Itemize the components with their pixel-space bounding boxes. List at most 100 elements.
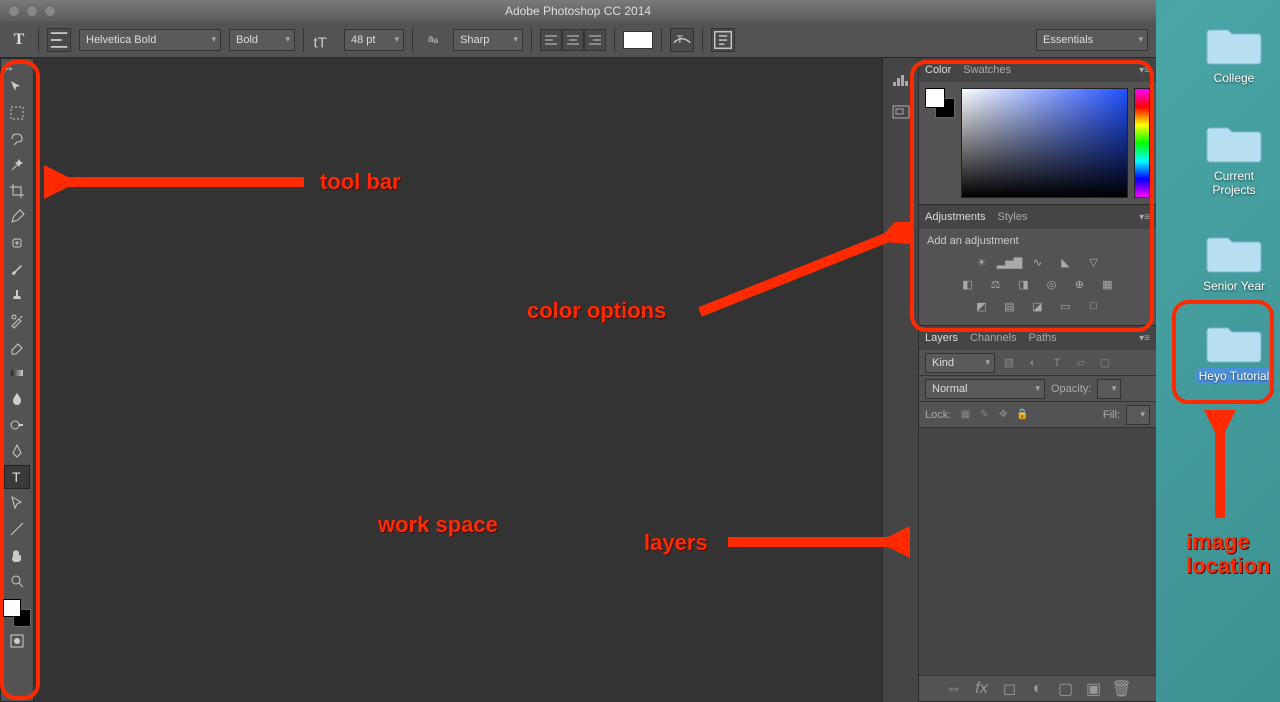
lock-label: Lock:	[925, 409, 951, 421]
toolbar-expand-button[interactable]: ▸▸	[1, 63, 33, 73]
warp-text-button[interactable]: T	[670, 28, 694, 52]
blur-tool[interactable]	[4, 387, 30, 411]
workspace-switcher[interactable]: Essentials	[1036, 29, 1148, 51]
photo-filter-icon[interactable]: ◎	[1041, 275, 1063, 293]
font-weight-dropdown[interactable]: Bold	[229, 29, 295, 51]
move-tool[interactable]	[4, 75, 30, 99]
swatches-tab[interactable]: Swatches	[963, 60, 1011, 80]
type-tool[interactable]: T	[4, 465, 30, 489]
dodge-tool[interactable]	[4, 413, 30, 437]
canvas-workspace[interactable]	[34, 58, 882, 702]
foreground-background-swatch[interactable]	[3, 599, 31, 627]
font-family-dropdown[interactable]: Helvetica Bold	[79, 29, 221, 51]
layers-tab[interactable]: Layers	[925, 328, 958, 348]
lock-image-icon[interactable]: ✎	[976, 407, 992, 423]
align-right-button[interactable]	[584, 29, 606, 51]
filter-smart-icon[interactable]: ▢	[1095, 354, 1115, 372]
color-field[interactable]	[961, 88, 1128, 198]
type-tool-preset-icon[interactable]: T	[8, 29, 30, 51]
layer-mask-icon[interactable]: ◻	[1001, 680, 1019, 698]
threshold-icon[interactable]: ◪	[1027, 297, 1049, 315]
desktop-folder-heyo-tutorial[interactable]: Heyo Tutorial	[1194, 318, 1274, 384]
lock-transparency-icon[interactable]: ▦	[957, 407, 973, 423]
adjustment-layer-icon[interactable]: ◐	[1029, 680, 1047, 698]
color-tab[interactable]: Color	[925, 60, 951, 80]
antialias-dropdown[interactable]: Sharp	[453, 29, 523, 51]
adjustments-tab[interactable]: Adjustments	[925, 207, 986, 227]
history-brush-tool[interactable]	[4, 309, 30, 333]
text-color-swatch[interactable]	[623, 31, 653, 49]
fill-dropdown[interactable]	[1126, 405, 1150, 425]
color-balance-icon[interactable]: ⚖	[985, 275, 1007, 293]
opacity-dropdown[interactable]	[1097, 379, 1121, 399]
panel-menu-icon[interactable]: ▾≡	[1139, 212, 1150, 223]
color-panel-fgbg[interactable]	[925, 88, 955, 118]
vibrance-icon[interactable]: ▽	[1083, 253, 1105, 271]
filter-type-icon[interactable]: T	[1047, 354, 1067, 372]
channels-tab[interactable]: Channels	[970, 328, 1016, 348]
magic-wand-tool[interactable]	[4, 153, 30, 177]
paths-tab[interactable]: Paths	[1029, 328, 1057, 348]
curves-icon[interactable]: ∿	[1027, 253, 1049, 271]
posterize-icon[interactable]: ▤	[999, 297, 1021, 315]
crop-tool[interactable]	[4, 179, 30, 203]
new-layer-icon[interactable]: ▣	[1085, 680, 1103, 698]
desktop-folder-senior-year[interactable]: Senior Year	[1194, 228, 1274, 294]
lock-position-icon[interactable]: ✥	[995, 407, 1011, 423]
bw-icon[interactable]: ◨	[1013, 275, 1035, 293]
gradient-map-icon[interactable]: ▭	[1055, 297, 1077, 315]
panel-menu-icon[interactable]: ▾≡	[1139, 333, 1150, 344]
channel-mixer-icon[interactable]: ⊕	[1069, 275, 1091, 293]
invert-icon[interactable]: ◩	[971, 297, 993, 315]
character-panel-button[interactable]	[711, 28, 735, 52]
lookup-icon[interactable]: ▦	[1097, 275, 1119, 293]
align-left-button[interactable]	[540, 29, 562, 51]
levels-icon[interactable]: ▂▅▇	[999, 253, 1021, 271]
folder-label: Senior Year	[1199, 278, 1269, 294]
font-size-dropdown[interactable]: 48 pt	[344, 29, 404, 51]
filter-adjust-icon[interactable]: ◐	[1023, 354, 1043, 372]
gradient-tool[interactable]	[4, 361, 30, 385]
delete-layer-icon[interactable]: 🗑	[1113, 680, 1131, 698]
close-window-button[interactable]	[8, 5, 20, 17]
styles-tab[interactable]: Styles	[998, 207, 1028, 227]
minimize-window-button[interactable]	[26, 5, 38, 17]
lasso-tool[interactable]	[4, 127, 30, 151]
link-layers-icon[interactable]: ⇔	[945, 680, 963, 698]
align-center-button[interactable]	[562, 29, 584, 51]
path-selection-tool[interactable]	[4, 491, 30, 515]
healing-brush-tool[interactable]	[4, 231, 30, 255]
hand-tool[interactable]	[4, 543, 30, 567]
marquee-tool[interactable]	[4, 101, 30, 125]
brightness-icon[interactable]: ☀	[971, 253, 993, 271]
foreground-color[interactable]	[3, 599, 21, 617]
filter-shape-icon[interactable]: ▱	[1071, 354, 1091, 372]
pen-tool[interactable]	[4, 439, 30, 463]
histogram-panel-icon[interactable]	[888, 68, 914, 92]
eyedropper-tool[interactable]	[4, 205, 30, 229]
selective-color-icon[interactable]: □	[1083, 297, 1105, 315]
clone-stamp-tool[interactable]	[4, 283, 30, 307]
filter-pixel-icon[interactable]: ▧	[999, 354, 1019, 372]
text-orientation-button[interactable]	[47, 28, 71, 52]
hue-icon[interactable]: ◧	[957, 275, 979, 293]
navigator-panel-icon[interactable]	[888, 100, 914, 124]
layer-group-icon[interactable]: ▢	[1057, 680, 1075, 698]
layer-fx-icon[interactable]: fx	[973, 680, 991, 698]
panel-menu-icon[interactable]: ▾≡	[1139, 65, 1150, 76]
line-tool[interactable]	[4, 517, 30, 541]
lock-all-icon[interactable]: 🔒	[1014, 407, 1030, 423]
desktop-folder-college[interactable]: College	[1194, 20, 1274, 86]
titlebar[interactable]: Adobe Photoshop CC 2014	[0, 0, 1156, 22]
zoom-window-button[interactable]	[44, 5, 56, 17]
brush-tool[interactable]	[4, 257, 30, 281]
desktop-folder-current-projects[interactable]: Current Projects	[1194, 118, 1274, 198]
layers-list[interactable]	[919, 428, 1156, 675]
blend-mode-dropdown[interactable]: Normal	[925, 379, 1045, 399]
hue-slider[interactable]	[1134, 88, 1150, 198]
quickmask-tool[interactable]	[4, 629, 30, 653]
exposure-icon[interactable]: ◣	[1055, 253, 1077, 271]
layer-filter-kind-dropdown[interactable]: Kind	[925, 353, 995, 373]
zoom-tool[interactable]	[4, 569, 30, 593]
eraser-tool[interactable]	[4, 335, 30, 359]
